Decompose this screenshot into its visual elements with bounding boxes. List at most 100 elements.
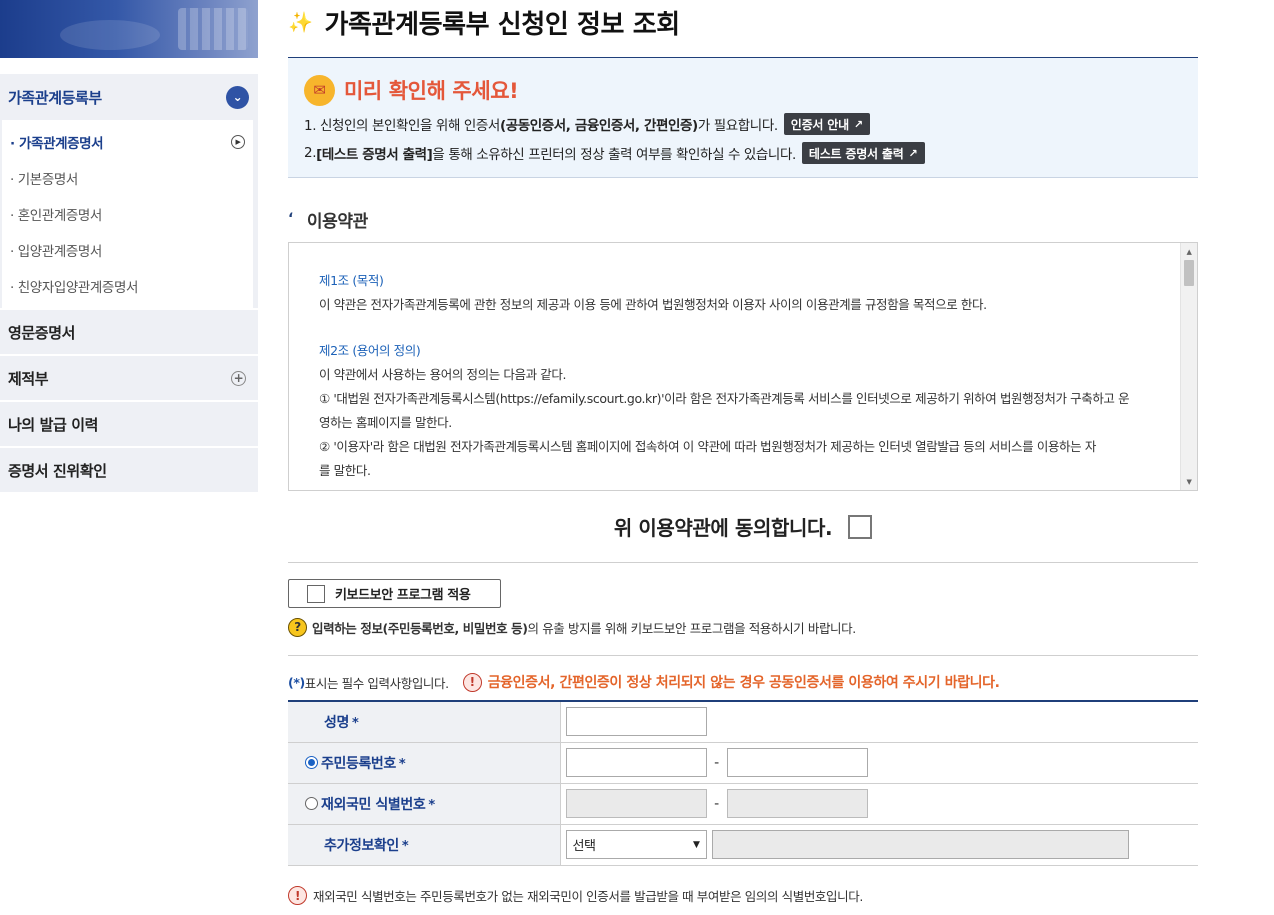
foreign-id-label-cell[interactable]: 재외국민 식별번호 * [288,783,561,825]
rrn-field-cell: - [560,742,1198,784]
sidebar-sub-item-basic-cert[interactable]: · 기본증명서 [2,160,253,196]
table-row: 추가정보확인 * 선택 ▼ [288,824,1198,866]
dash-separator: - [714,795,719,812]
foreign-id-label: 재외국민 식별번호 [321,796,426,813]
foreign-id-back-input[interactable] [726,789,868,818]
name-field-cell [560,701,1198,743]
rrn-front-input[interactable] [565,748,707,777]
section-mark-icon: ‘ [288,211,293,227]
sidebar-sub-item-adoption-cert[interactable]: · 입양관계증명서 [2,232,253,268]
notice-text: 1. 신청인의 본인확인을 위해 인증서 [304,118,500,134]
applicant-form-table: 성명 * 주민등록번호 * - 재외국민 식별번호 * - 추가정보확인 * 선… [288,700,1198,866]
chevron-down-icon[interactable]: ⌄ [226,85,249,109]
terms-article-title: 제1조 (목적) [319,273,384,288]
terms-content: 제1조 (목적) 이 약관은 전자가족관계등록에 관한 정보의 제공과 이용 등… [289,243,1197,483]
sidebar-sub-item-label: · 혼인관계증명서 [10,208,102,224]
table-row: 성명 * [288,701,1198,743]
sidebar-sub-item-marriage-cert[interactable]: · 혼인관계증명서 [2,196,253,232]
dash-separator: - [714,754,719,771]
terms-article-body: 이 약관에서 사용하는 용어의 정의는 다음과 같다. [319,367,567,382]
test-print-button[interactable]: 테스트 증명서 출력 ↗ [801,142,925,164]
warning-icon: ! [288,886,307,905]
name-input[interactable] [565,707,707,737]
terms-article-item: ② '이용자'라 함은 대법원 전자가족관계등록시스템 홈페이지에 접속하여 이… [319,439,1096,454]
notice-box: ✉ 미리 확인해 주세요! 1. 신청인의 본인확인을 위해 인증서 (공동인증서… [288,58,1198,178]
required-note: 표시는 필수 입력사항입니다. [304,675,449,691]
cert-guide-button-label: 인증서 안내 [790,117,849,132]
extra-info-field-cell: 선택 ▼ [560,824,1198,866]
rrn-radio[interactable] [305,755,318,769]
extra-info-input[interactable] [711,830,1129,859]
sidebar-group-family-registry: 가족관계등록부 ⌄ · 가족관계증명서 ▶ · 기본증명서 · 혼인관계증명서 … [0,74,258,308]
table-row: 주민등록번호 * - [288,742,1198,784]
keyboard-security-button[interactable]: 키보드보안 프로그램 적용 [288,579,501,608]
plus-circle-icon[interactable]: + [231,370,246,386]
sidebar-item-english-cert[interactable]: 영문증명서 [0,308,258,354]
name-label-cell: 성명 * [288,701,561,743]
terms-article-body: 이 약관은 전자가족관계등록에 관한 정보의 제공과 이용 등에 관하여 법원행… [319,297,987,312]
keyboard-note-text: 의 유출 방지를 위해 키보드보안 프로그램을 적용하시기 바랍니다. [527,620,857,636]
page-title: 가족관계등록부 신청인 정보 조회 [324,10,681,40]
sidebar-group-header[interactable]: 가족관계등록부 ⌄ [0,74,258,120]
terms-article-item: 를 말한다. [319,463,371,478]
rrn-back-input[interactable] [726,748,868,777]
cert-guide-button[interactable]: 인증서 안내 ↗ [783,113,870,135]
notice-text-bold: [테스트 증명서 출력] [316,147,433,163]
keyboard-security-note: ? 입력하는 정보(주민등록번호, 비밀번호 등) 의 유출 방지를 위해 키보드… [288,616,1198,638]
notice-text: 을 통해 소유하신 프린터의 정상 출력 여부를 확인하실 수 있습니다. [432,147,796,163]
foreign-id-front-input[interactable] [565,789,707,818]
sidebar-sub-item-label: · 입양관계증명서 [10,244,102,260]
sidebar-item-label: 나의 발급 이력 [8,415,99,434]
divider [288,655,1198,656]
sidebar-submenu: · 가족관계증명서 ▶ · 기본증명서 · 혼인관계증명서 · 입양관계증명서 … [2,120,253,308]
footer-note-row: ! 재외국민 식별번호는 주민등록번호가 없는 재외국민이 인증서를 발급받을 … [288,886,1198,906]
sidebar-sub-item-family-cert[interactable]: · 가족관계증명서 ▶ [2,124,253,160]
required-star: * [351,715,359,731]
terms-article-title: 제2조 (용어의 정의) [319,343,421,358]
terms-section-title: 이용약관 [306,211,368,232]
notice-heading: 미리 확인해 주세요! [344,79,519,103]
terms-section-title-row: ‘ 이용약관 [288,208,1198,232]
notice-line-2: 2. [테스트 증명서 출력] 을 통해 소유하신 프린터의 정상 출력 여부를 … [304,142,1182,164]
sidebar-item-verify-cert[interactable]: 증명서 진위확인 [0,446,258,492]
rrn-label-cell[interactable]: 주민등록번호 * [288,742,561,784]
notice-text: 가 필요합니다. [697,118,778,134]
notice-text-bold: (공동인증서, 금융인증서, 간편인증) [499,118,698,134]
external-link-icon: ↗ [908,146,918,160]
page-title-bar: ✨ 가족관계등록부 신청인 정보 조회 [288,0,1198,58]
terms-article-item: 영하는 홈페이지를 말한다. [319,415,452,430]
foreign-id-radio[interactable] [305,796,318,810]
extra-info-select-value: 선택 [572,839,597,854]
sidebar-sub-item-label: · 친양자입양관계증명서 [10,280,138,296]
foreign-id-field-cell: - [560,783,1198,825]
extra-info-label-cell: 추가정보확인 * [288,824,561,866]
sidebar-item-my-history[interactable]: 나의 발급 이력 [0,400,258,446]
sidebar-item-removed-registry[interactable]: 제적부 + [0,354,258,400]
scroll-down-arrow-icon[interactable]: ▼ [1181,473,1197,490]
table-row: 재외국민 식별번호 * - [288,783,1198,825]
sidebar-sub-item-full-adoption-cert[interactable]: · 친양자입양관계증명서 [2,268,253,304]
keyboard-security-checkbox[interactable] [307,584,325,603]
megaphone-icon: ✉ [304,74,335,106]
scroll-thumb[interactable] [1184,260,1194,286]
sidebar-item-label: 증명서 진위확인 [8,461,107,480]
keyboard-security-label: 키보드보안 프로그램 적용 [335,588,471,603]
scroll-up-arrow-icon[interactable]: ▲ [1181,243,1197,260]
terms-scroll-box[interactable]: 제1조 (목적) 이 약관은 전자가족관계등록에 관한 정보의 제공과 이용 등… [288,242,1198,491]
required-star: * [398,756,406,772]
required-star: * [428,797,435,813]
play-circle-icon: ▶ [231,135,245,149]
sidebar-item-label: 제적부 [8,369,49,388]
extra-info-select[interactable]: 선택 ▼ [565,830,707,859]
terms-agree-row: 위 이용약관에 동의합니다. [288,491,1198,563]
sidebar: 가족관계등록부 ⌄ · 가족관계증명서 ▶ · 기본증명서 · 혼인관계증명서 … [0,0,258,492]
sidebar-sub-item-label: · 가족관계증명서 [10,136,104,152]
terms-agree-checkbox[interactable] [848,514,873,539]
warning-text: 금융인증서, 간편인증이 정상 처리되지 않는 경우 공동인증서를 이용하여 주… [487,675,1000,691]
notice-heading-row: ✉ 미리 확인해 주세요! [304,74,1182,106]
terms-scrollbar[interactable]: ▲ ▼ [1180,243,1197,490]
required-star: (*) [288,674,305,690]
main-content: ✨ 가족관계등록부 신청인 정보 조회 ✉ 미리 확인해 주세요! 1. 신청인… [288,0,1198,906]
external-link-icon: ↗ [853,117,863,131]
sidebar-group-title: 가족관계등록부 [8,88,102,107]
